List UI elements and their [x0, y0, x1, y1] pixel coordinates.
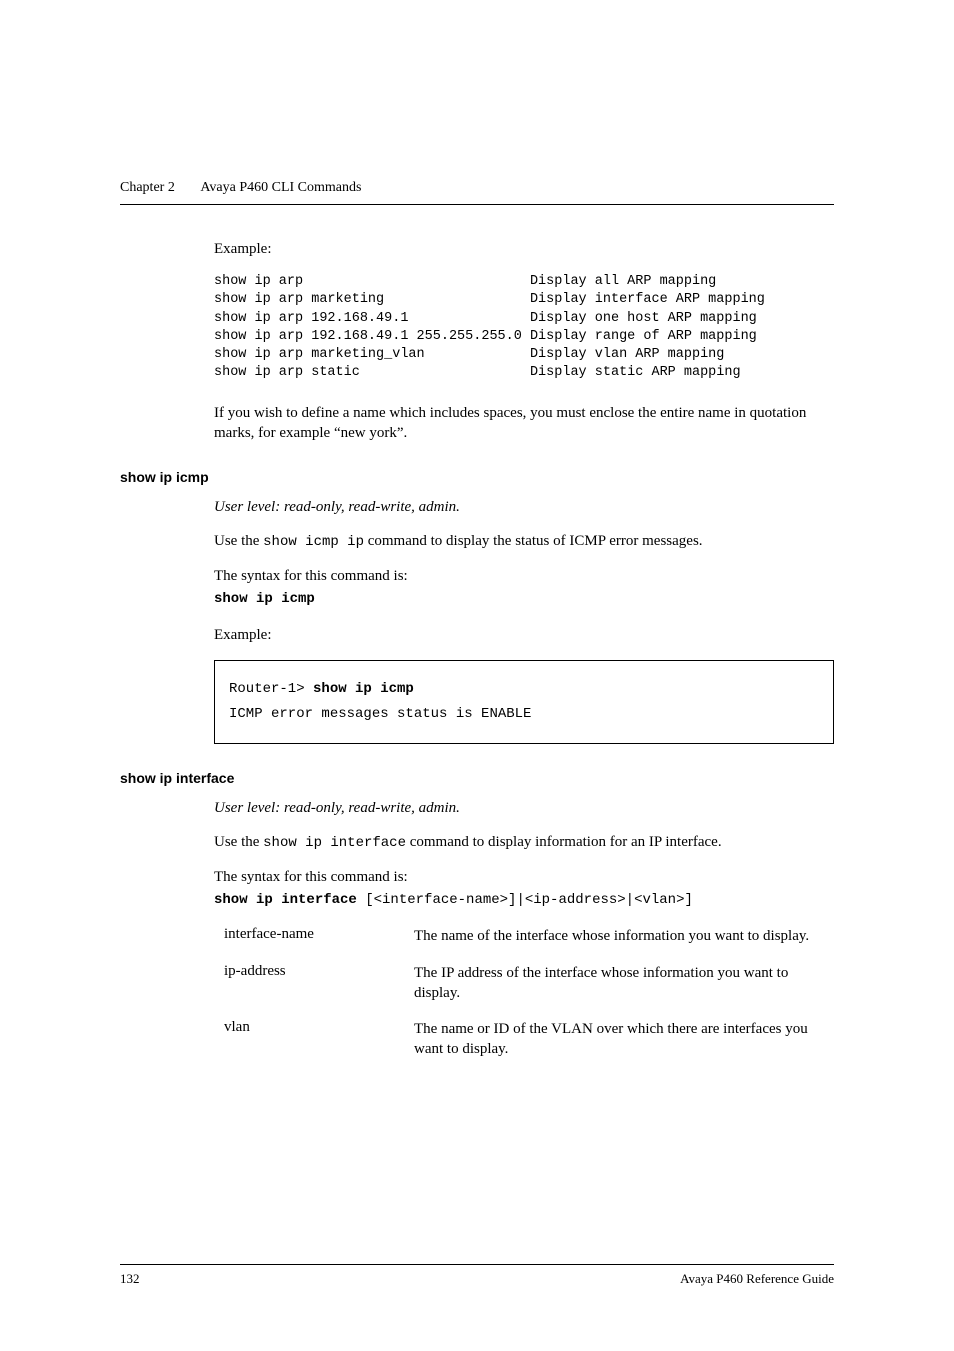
desc-cmd: show ip interface [263, 835, 406, 851]
page-header: Chapter 2 Avaya P460 CLI Commands [120, 180, 834, 205]
boxed-cmd: show ip icmp [313, 681, 414, 697]
code-line: show ip arp 192.168.49.1 255.255.255.0 D… [214, 329, 757, 344]
param-name: interface-name [224, 926, 414, 946]
icmp-example-box: Router-1> show ip icmp ICMP error messag… [214, 660, 834, 744]
desc-prefix: Use the [214, 533, 263, 549]
page-number: 132 [120, 1271, 140, 1287]
code-line: show ip arp static Display static ARP ma… [214, 365, 741, 380]
syntax-command-bold: show ip interface [214, 892, 357, 908]
arp-note: If you wish to define a name which inclu… [214, 403, 834, 444]
section-heading-interface: show ip interface [120, 770, 834, 786]
page-footer: 132 Avaya P460 Reference Guide [120, 1264, 834, 1287]
desc-cmd: show icmp ip [263, 534, 364, 550]
desc-suffix: command to display the status of ICMP er… [364, 533, 703, 549]
param-row: interface-name The name of the interface… [224, 926, 834, 946]
prompt: Router-1> [229, 681, 313, 697]
syntax-label: The syntax for this command is: [214, 867, 834, 887]
desc-suffix: command to display information for an IP… [406, 834, 722, 850]
user-level: User level: read-only, read-write, admin… [214, 798, 834, 818]
param-desc: The name of the interface whose informat… [414, 926, 809, 946]
icmp-desc: Use the show icmp ip command to display … [214, 531, 834, 552]
example-label: Example: [214, 239, 834, 259]
param-name: ip-address [224, 963, 414, 1004]
syntax-label: The syntax for this command is: [214, 566, 834, 586]
code-line: show ip arp Display all ARP mapping [214, 274, 716, 289]
boxed-output: ICMP error messages status is ENABLE [229, 702, 819, 727]
user-level: User level: read-only, read-write, admin… [214, 497, 834, 517]
param-name: vlan [224, 1019, 414, 1060]
chapter-title: Avaya P460 CLI Commands [200, 180, 361, 195]
param-row: vlan The name or ID of the VLAN over whi… [224, 1019, 834, 1060]
syntax-command-args: [<interface-name>]|<ip-address>|<vlan>] [357, 892, 693, 908]
doc-title: Avaya P460 Reference Guide [680, 1271, 834, 1287]
syntax-line: show ip interface [<interface-name>]|<ip… [214, 891, 834, 908]
param-row: ip-address The IP address of the interfa… [224, 963, 834, 1004]
chapter-label: Chapter 2 [120, 180, 175, 195]
param-desc: The IP address of the interface whose in… [414, 963, 834, 1004]
interface-desc: Use the show ip interface command to dis… [214, 832, 834, 853]
arp-example-block: show ip arp Display all ARP mapping show… [214, 273, 834, 382]
section-heading-icmp: show ip icmp [120, 469, 834, 485]
param-table: interface-name The name of the interface… [224, 926, 834, 1059]
desc-prefix: Use the [214, 834, 263, 850]
syntax-command: show ip icmp [214, 591, 315, 607]
code-line: show ip arp marketing Display interface … [214, 292, 765, 307]
code-line: show ip arp marketing_vlan Display vlan … [214, 347, 724, 362]
param-desc: The name or ID of the VLAN over which th… [414, 1019, 834, 1060]
example-label: Example: [214, 625, 834, 645]
code-line: show ip arp 192.168.49.1 Display one hos… [214, 311, 757, 326]
